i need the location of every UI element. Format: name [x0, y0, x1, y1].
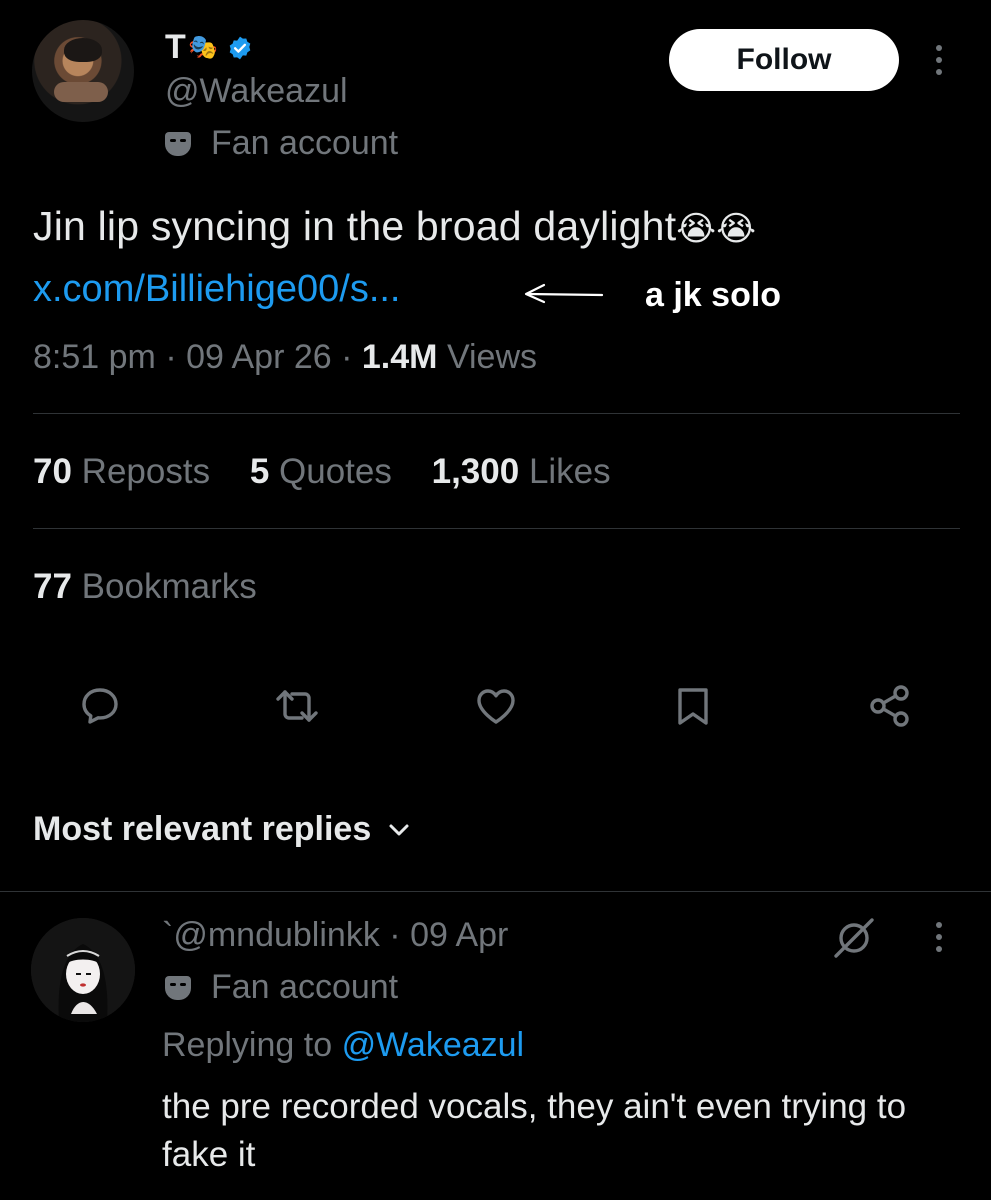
repost-icon[interactable] [273, 682, 321, 730]
reposts-stat[interactable]: 70 Reposts [33, 452, 210, 491]
tweet-text: Jin lip syncing in the broad daylight😭😭 [33, 200, 756, 255]
quotes-label: Quotes [279, 452, 392, 491]
mask-icon [165, 131, 191, 156]
fan-account-text: Fan account [211, 124, 399, 162]
tweet-text-content: Jin lip syncing in the broad daylight [33, 203, 677, 249]
reply-header: `@mndublinkk · 09 Apr [162, 916, 508, 955]
chevron-down-icon [389, 824, 409, 835]
bookmark-icon[interactable] [669, 682, 717, 730]
sort-label-text: Most relevant replies [33, 810, 372, 848]
author-avatar[interactable] [32, 20, 134, 122]
replying-to: Replying to @Wakeazul [162, 1026, 524, 1065]
more-options-icon[interactable] [935, 45, 943, 75]
replying-to-prefix: Replying to [162, 1026, 333, 1064]
likes-stat[interactable]: 1,300 Likes [432, 452, 611, 491]
grok-icon[interactable] [830, 914, 878, 962]
bookmarks-label: Bookmarks [81, 567, 257, 606]
divider [0, 891, 991, 892]
annotation-arrow-icon [524, 283, 604, 304]
author-handle[interactable]: @Wakeazul [165, 72, 348, 111]
quotes-stat[interactable]: 5 Quotes [250, 452, 392, 491]
like-icon[interactable] [472, 682, 520, 730]
follow-button[interactable]: Follow [669, 29, 899, 91]
share-icon[interactable] [866, 682, 914, 730]
reply-icon[interactable] [76, 682, 124, 730]
bookmarks-count: 77 [33, 567, 72, 606]
divider [33, 413, 960, 414]
display-name-text: T [165, 28, 187, 66]
quotes-count: 5 [249, 452, 270, 491]
meta-separator: · [165, 338, 177, 376]
reply-name-prefix: ` [162, 916, 174, 954]
tweet-date[interactable]: 09 Apr 26 [186, 338, 332, 376]
tweet-time[interactable]: 8:51 pm [33, 338, 156, 376]
tweet-link[interactable]: x.com/Billiehige00/s... [33, 268, 401, 311]
theater-masks-emoji: 🎭 [188, 34, 219, 61]
reply-date[interactable]: 09 Apr [410, 916, 508, 954]
likes-count: 1,300 [431, 452, 520, 491]
reply-handle[interactable]: @mndublinkk [173, 916, 380, 954]
views-count: 1.4M [361, 338, 438, 376]
reply-more-options-icon[interactable] [935, 922, 943, 952]
reply-text: the pre recorded vocals, they ain't even… [162, 1087, 907, 1174]
annotation-text: a jk solo [645, 276, 782, 314]
bookmarks-stat[interactable]: 77 Bookmarks [33, 567, 257, 607]
reposts-count: 70 [33, 452, 72, 491]
likes-label: Likes [528, 452, 611, 491]
fan-account-label: Fan account [165, 124, 398, 163]
reposts-label: Reposts [81, 452, 211, 491]
crying-emoji: 😭😭 [676, 210, 757, 249]
engagement-stats: 70 Reposts 5 Quotes 1,300 Likes [33, 452, 641, 492]
divider [33, 528, 960, 529]
meta-separator: · [341, 338, 353, 376]
author-display-name[interactable]: T 🎭 [165, 28, 253, 67]
verified-badge-icon [229, 36, 250, 59]
views-label: Views [446, 338, 538, 376]
replying-to-handle[interactable]: @Wakeazul [342, 1026, 525, 1064]
reply-fan-account-label: Fan account [165, 968, 398, 1007]
reply-fan-account-text: Fan account [211, 968, 399, 1006]
reply-author-avatar[interactable] [31, 918, 135, 1022]
mask-icon [165, 975, 191, 1000]
reply-sort-selector[interactable]: Most relevant replies [33, 810, 411, 849]
tweet-meta: 8:51 pm · 09 Apr 26 · 1.4M Views [33, 338, 537, 377]
meta-separator: · [389, 916, 401, 954]
